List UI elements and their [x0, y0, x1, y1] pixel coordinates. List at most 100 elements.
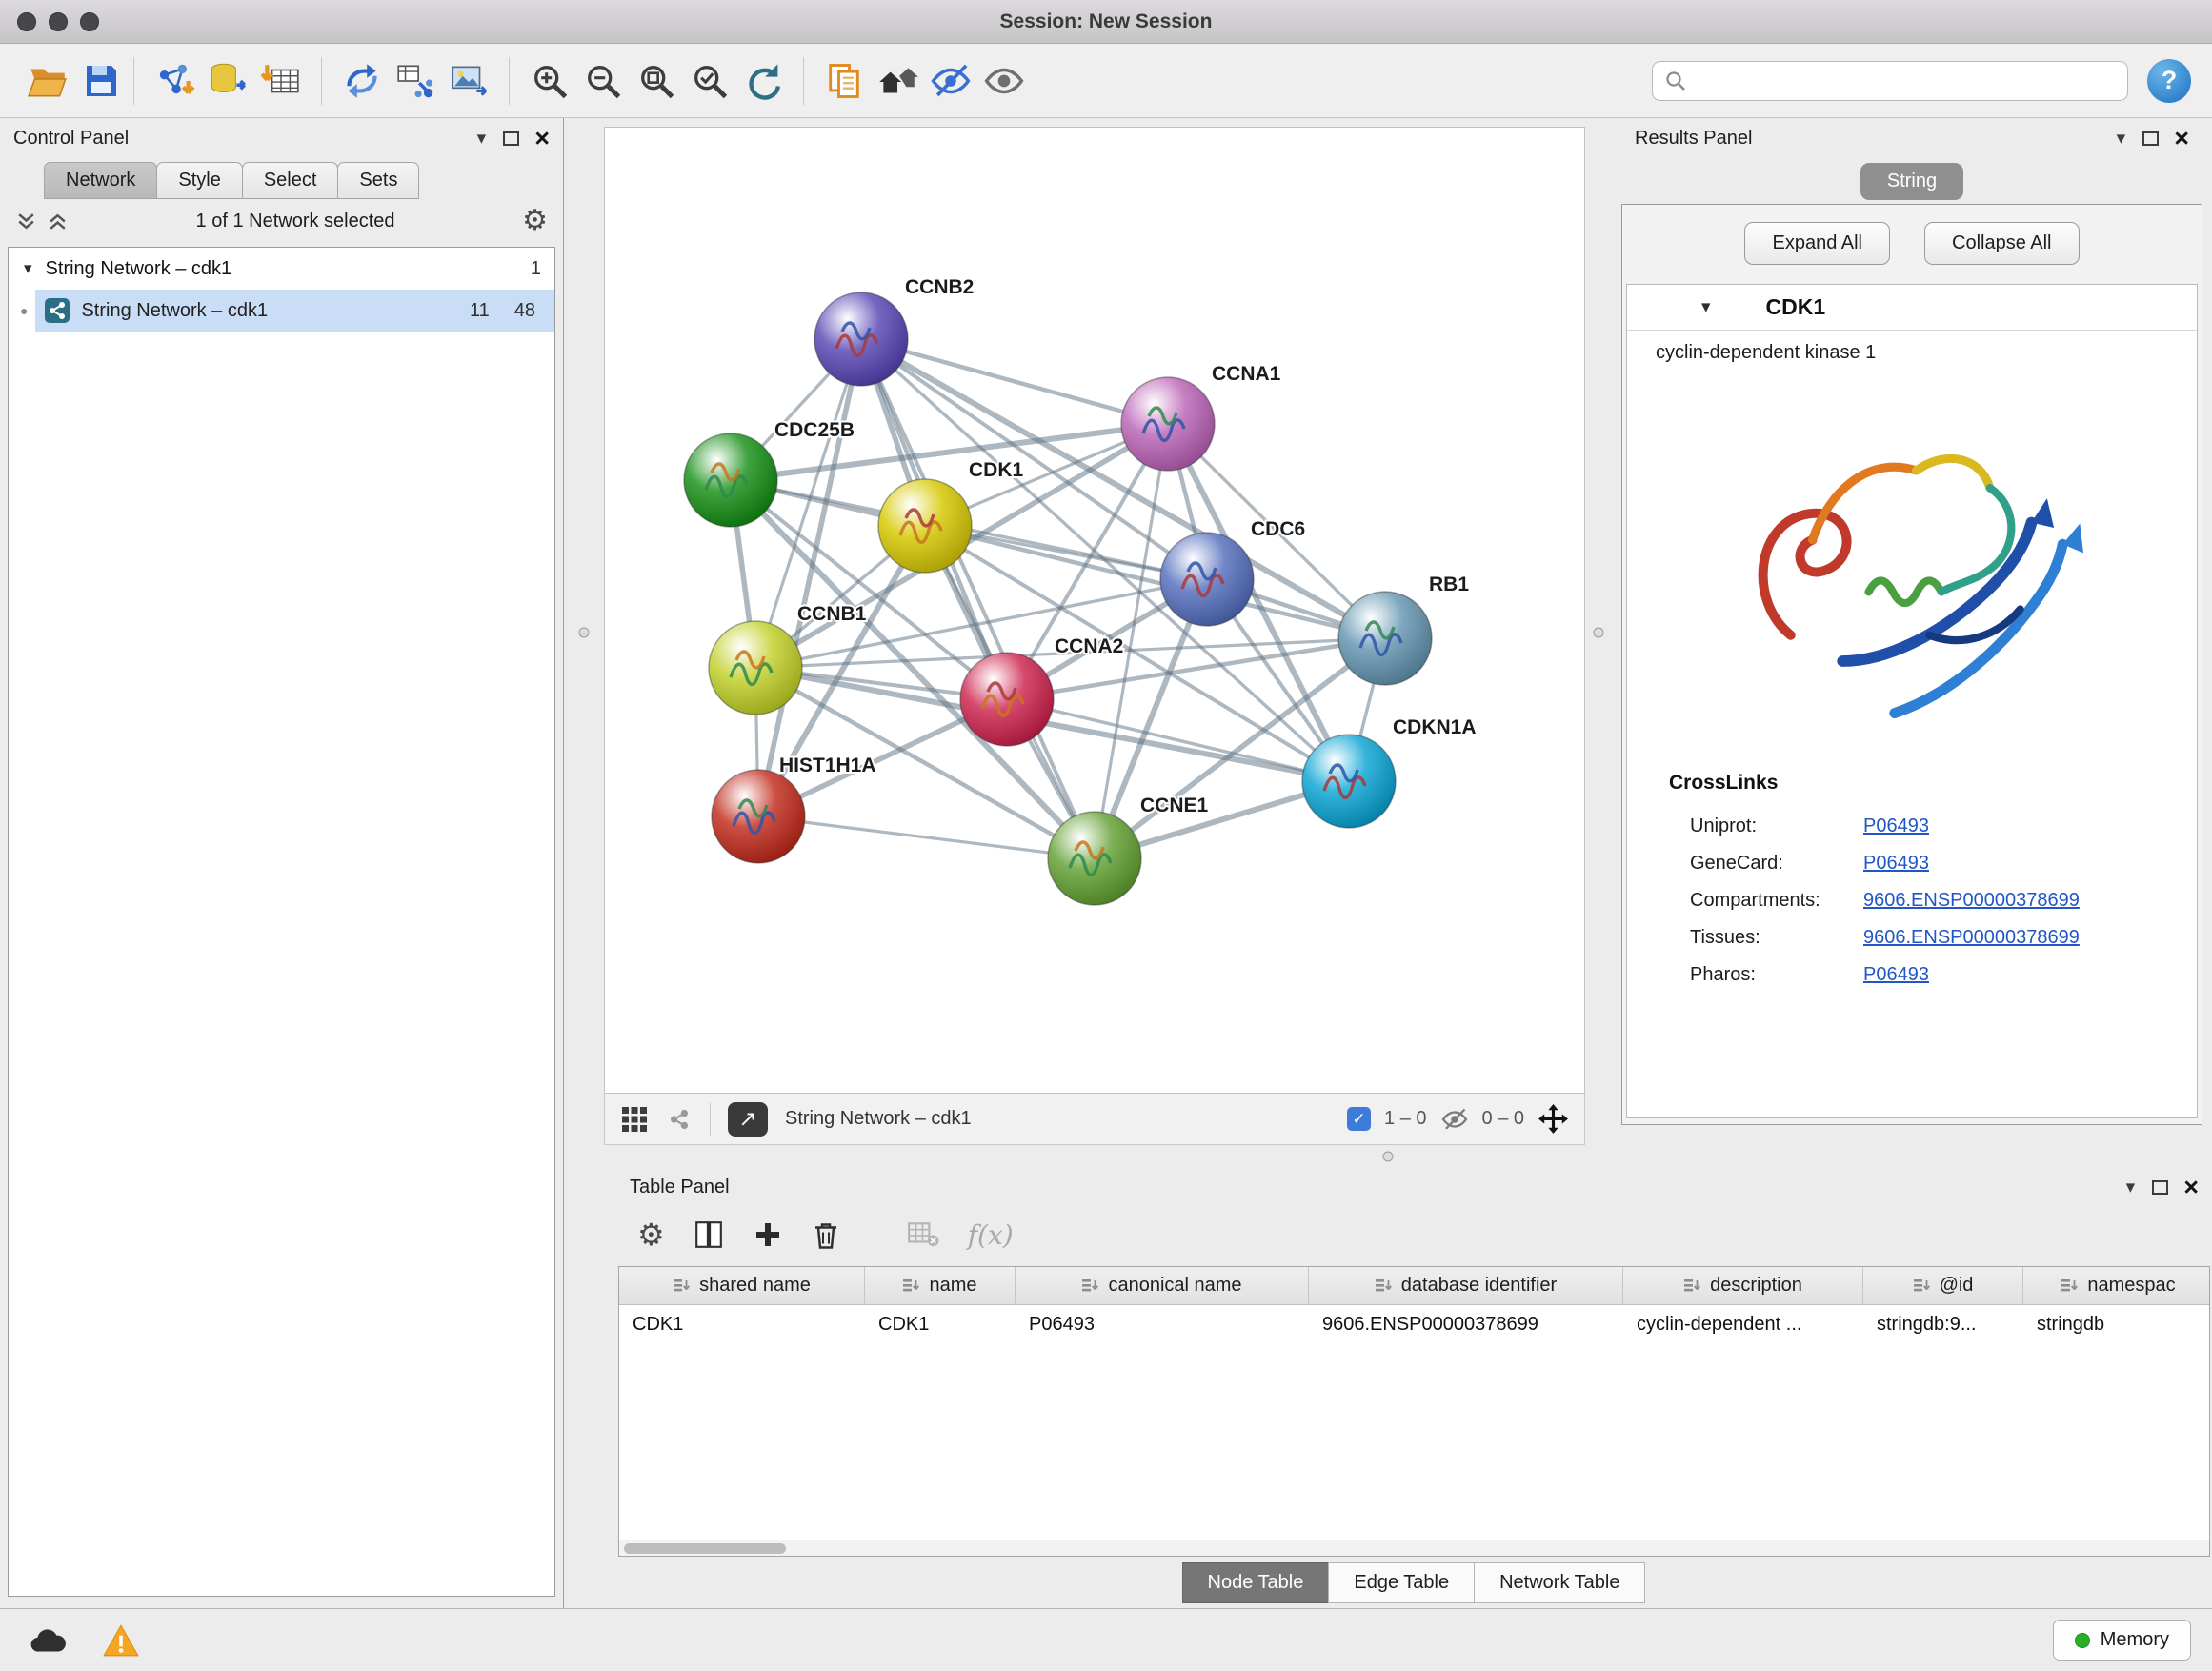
birdseye-move-icon[interactable] [1538, 1103, 1569, 1135]
network-node-ccna1[interactable]: CCNA1 [1121, 363, 1281, 471]
zoom-selected-button[interactable] [683, 54, 736, 108]
copy-button[interactable] [817, 54, 871, 108]
network-node-hist1h1a[interactable]: HIST1H1A [712, 755, 876, 863]
help-button[interactable]: ? [2147, 59, 2191, 103]
float-panel-button[interactable]: ▾ [2126, 1177, 2136, 1198]
tab-network[interactable]: Network [44, 162, 157, 199]
clone-network-button[interactable] [335, 54, 389, 108]
network-view-toolbar: ↗ String Network – cdk1 ✓ 1 – 0 0 – 0 [604, 1094, 1585, 1145]
open-in-window-button[interactable]: ↗ [728, 1102, 768, 1137]
save-session-button[interactable] [74, 54, 128, 108]
collection-caret-icon[interactable]: ▾ [24, 259, 32, 278]
selected-checkbox-icon[interactable]: ✓ [1347, 1107, 1371, 1131]
add-column-plus-icon[interactable] [753, 1219, 783, 1250]
open-session-button[interactable] [21, 54, 74, 108]
column-header[interactable]: name [865, 1267, 1016, 1304]
table-settings-gear-icon[interactable]: ⚙ [637, 1219, 665, 1250]
expand-all-button[interactable]: Expand All [1744, 222, 1890, 265]
home-button[interactable] [871, 54, 924, 108]
maximize-panel-button[interactable] [2142, 131, 2159, 146]
network-graph[interactable]: CCNB2CCNA1CDC25BCDK1CDC6RB1CCNB1CCNA2CDK… [605, 128, 1584, 1093]
grid-view-icon[interactable] [620, 1105, 649, 1134]
splitter-handle[interactable] [579, 627, 590, 637]
maximize-panel-button[interactable] [2152, 1180, 2168, 1195]
tab-select[interactable]: Select [242, 162, 339, 199]
crosslink-link[interactable]: 9606.ENSP00000378699 [1863, 890, 2080, 912]
network-node-ccnb2[interactable]: CCNB2 [814, 276, 974, 386]
tab-node-table[interactable]: Node Table [1182, 1562, 1330, 1603]
network-edge[interactable] [861, 339, 1095, 858]
import-network-button[interactable] [148, 54, 201, 108]
collapse-all-button[interactable]: Collapse All [1924, 222, 2080, 265]
import-table-button[interactable] [254, 54, 308, 108]
zoom-in-button[interactable] [523, 54, 576, 108]
horizontal-splitter[interactable] [564, 1146, 2212, 1167]
table-cell: 9606.ENSP00000378699 [1309, 1314, 1623, 1336]
close-panel-button[interactable]: × [2183, 1175, 2199, 1200]
warnings-button[interactable] [93, 1619, 149, 1662]
gear-icon[interactable]: ⚙ [522, 207, 548, 235]
close-panel-button[interactable]: × [534, 126, 550, 151]
network-node-cdk1[interactable]: CDK1 [878, 459, 1023, 573]
share-view-icon[interactable] [666, 1106, 693, 1133]
hide-details-button[interactable] [924, 54, 977, 108]
zoom-out-button[interactable] [576, 54, 630, 108]
network-edge[interactable] [758, 816, 1095, 858]
crosslink-link[interactable]: P06493 [1863, 964, 1929, 986]
database-icon [206, 59, 250, 103]
delete-trash-icon[interactable] [812, 1219, 840, 1251]
network-node-ccnb1[interactable]: CCNB1 [709, 603, 867, 715]
tab-sets[interactable]: Sets [337, 162, 419, 199]
column-header[interactable]: namespac [2023, 1267, 2210, 1304]
tab-string[interactable]: String [1860, 163, 1963, 200]
left-splitter[interactable] [564, 118, 604, 1146]
show-details-button[interactable] [977, 54, 1031, 108]
network-row[interactable]: ● String Network – cdk1 11 48 [9, 290, 554, 332]
scrollbar-thumb[interactable] [624, 1543, 786, 1554]
splitter-handle[interactable] [1594, 627, 1604, 637]
tab-style[interactable]: Style [156, 162, 242, 199]
network-collection-row[interactable]: ▾ String Network – cdk1 1 [9, 248, 554, 290]
import-network-from-database-button[interactable] [201, 54, 254, 108]
network-node-cdc6[interactable]: CDC6 [1160, 518, 1305, 626]
close-panel-button[interactable]: × [2174, 126, 2189, 151]
collapse-caret-icon[interactable]: ▾ [1701, 296, 1711, 318]
float-panel-button[interactable]: ▾ [2117, 128, 2126, 150]
column-header[interactable]: database identifier [1309, 1267, 1623, 1304]
network-node-rb1[interactable]: RB1 [1338, 574, 1469, 685]
splitter-handle[interactable] [1383, 1152, 1394, 1162]
cloud-button[interactable] [21, 1619, 76, 1662]
network-edge[interactable] [1007, 699, 1349, 781]
horizontal-scrollbar[interactable] [619, 1540, 2209, 1556]
minimize-window-button[interactable] [49, 12, 68, 31]
float-panel-button[interactable]: ▾ [477, 128, 487, 150]
close-window-button[interactable] [17, 12, 36, 31]
reapply-layout-button[interactable] [736, 54, 790, 108]
columns-icon[interactable] [694, 1219, 724, 1250]
column-header[interactable]: description [1623, 1267, 1863, 1304]
export-image-button[interactable] [442, 54, 495, 108]
column-header[interactable]: @id [1863, 1267, 2023, 1304]
collapse-all-icon[interactable] [15, 211, 37, 232]
column-header[interactable]: canonical name [1016, 1267, 1309, 1304]
network-from-table-button[interactable] [389, 54, 442, 108]
right-splitter[interactable] [1585, 118, 1612, 1146]
zoom-fit-button[interactable] [630, 54, 683, 108]
crosslink-link[interactable]: P06493 [1863, 853, 1929, 875]
network-canvas[interactable]: CCNB2CCNA1CDC25BCDK1CDC6RB1CCNB1CCNA2CDK… [604, 127, 1585, 1094]
selected-network-row[interactable]: String Network – cdk1 11 48 [35, 290, 554, 332]
crosslink-link[interactable]: P06493 [1863, 815, 1929, 837]
crosslink-link[interactable]: 9606.ENSP00000378699 [1863, 927, 2080, 949]
tab-network-table[interactable]: Network Table [1474, 1562, 1645, 1603]
tab-edge-table[interactable]: Edge Table [1328, 1562, 1475, 1603]
memory-button[interactable]: Memory [2053, 1620, 2191, 1661]
zoom-window-button[interactable] [80, 12, 99, 31]
column-header[interactable]: shared name [619, 1267, 865, 1304]
maximize-panel-button[interactable] [503, 131, 519, 146]
network-node-cdkn1a[interactable]: CDKN1A [1302, 716, 1477, 828]
table-row[interactable]: CDK1CDK1P064939606.ENSP00000378699cyclin… [619, 1305, 2209, 1343]
gene-card-header[interactable]: ▾ CDK1 [1627, 285, 2197, 331]
network-edge[interactable] [758, 339, 861, 816]
expand-all-icon[interactable] [47, 211, 69, 232]
search-input[interactable] [1697, 70, 2116, 91]
